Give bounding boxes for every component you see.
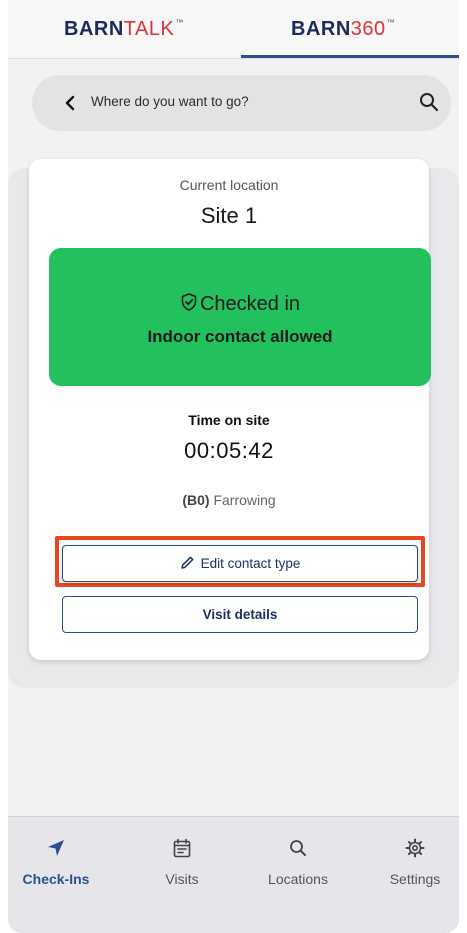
tab-label-accent: 360 <box>350 18 386 40</box>
gear-icon <box>405 838 425 858</box>
current-location-label: Current location <box>179 177 279 193</box>
search-icon <box>290 840 306 856</box>
shield-check-icon <box>181 293 197 311</box>
time-on-site-value: 00:05:42 <box>184 438 274 463</box>
calendar-icon <box>173 838 191 858</box>
pencil-icon <box>180 556 194 569</box>
room-code: (B0) <box>182 492 210 508</box>
trademark: ™ <box>386 18 396 27</box>
search-bar[interactable]: Where do you want to go? <box>32 75 451 131</box>
nav-label: Locations <box>268 871 328 887</box>
visit-details-label: Visit details <box>202 607 278 622</box>
back-chevron-icon[interactable] <box>60 92 80 114</box>
search-placeholder[interactable]: Where do you want to go? <box>91 94 249 109</box>
app-screen: BARNTALK™ BARN360™ Where do you want to … <box>8 0 459 933</box>
edit-contact-type-label: Edit contact type <box>200 556 301 571</box>
nav-label: Check-Ins <box>22 871 90 887</box>
time-on-site-label: Time on site <box>188 412 270 428</box>
site-name: Site 1 <box>200 203 258 228</box>
nav-item-locations[interactable]: Locations <box>248 835 348 887</box>
trademark: ™ <box>175 18 184 27</box>
nav-item-check-ins[interactable]: Check-Ins <box>8 835 106 887</box>
tab-label-main: BARN <box>291 18 351 40</box>
app-tab-bar: BARNTALK™ BARN360™ <box>8 0 459 59</box>
tab-label-main: BARN <box>64 18 124 40</box>
tab-barn360[interactable]: BARN360™ <box>291 18 395 41</box>
bottom-navigation: Check-Ins Visits Locations Settings <box>8 816 459 933</box>
room-info: (B0) Farrowing <box>29 492 429 508</box>
visit-details-button[interactable]: Visit details <box>62 596 418 633</box>
status-title: Checked in <box>199 293 301 315</box>
room-name: Farrowing <box>213 492 276 508</box>
tab-label-accent: TALK <box>123 18 175 40</box>
location-arrow-icon <box>48 840 64 856</box>
status-title-row: Checked in <box>49 292 431 316</box>
status-subtitle: Indoor contact allowed <box>147 327 333 346</box>
search-icon[interactable] <box>418 91 440 113</box>
tab-barntalk[interactable]: BARNTALK™ <box>64 18 184 41</box>
location-card: Current location Site 1 Checked in Indoo… <box>29 159 431 660</box>
nav-label: Settings <box>389 871 441 887</box>
active-tab-indicator <box>241 55 459 58</box>
edit-contact-type-button[interactable]: Edit contact type <box>62 545 418 582</box>
check-in-status-panel: Checked in Indoor contact allowed <box>49 248 431 386</box>
nav-item-visits[interactable]: Visits <box>132 835 232 887</box>
nav-item-settings[interactable]: Settings <box>365 835 459 887</box>
nav-label: Visits <box>165 871 199 887</box>
